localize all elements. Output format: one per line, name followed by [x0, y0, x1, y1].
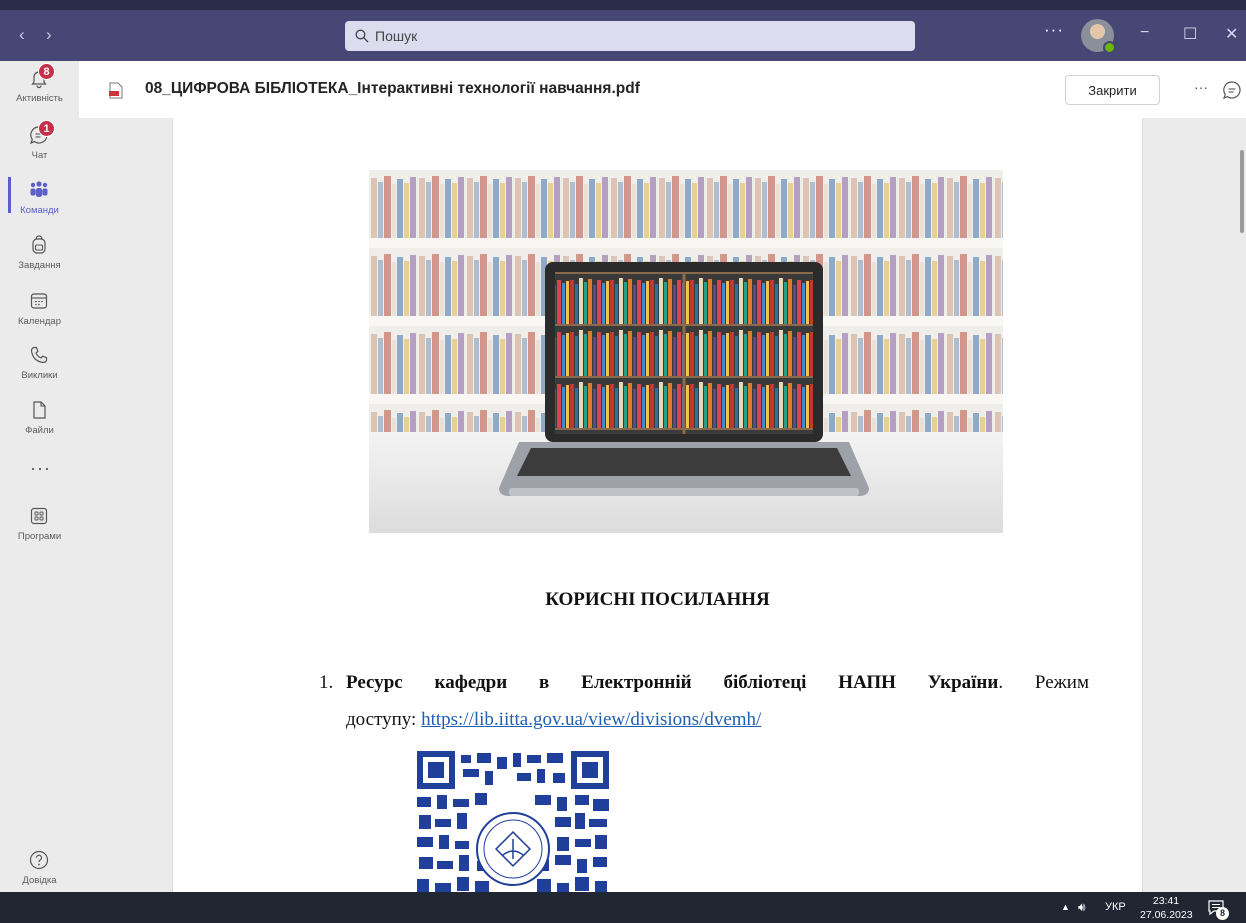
- close-window-button[interactable]: ✕: [1225, 24, 1238, 44]
- chat-badge: 1: [38, 120, 55, 137]
- list-number: 1.: [319, 672, 334, 693]
- rail-item-label: Файли: [25, 425, 54, 436]
- pdf-file-icon: [109, 82, 123, 99]
- rail-item-chat[interactable]: 1 Чат: [0, 120, 79, 178]
- rail-item-assignments[interactable]: Завдання: [0, 232, 79, 288]
- document-header: 08_ЦИФРОВА БІБЛІОТЕКА_Інтерактивні техно…: [79, 61, 1246, 118]
- access-mode-text: . Режим: [998, 672, 1090, 693]
- calendar-icon: [30, 293, 48, 309]
- app-bar: 8 Активність 1 Чат Команди Завдання Кале…: [0, 61, 79, 892]
- vertical-scrollbar[interactable]: [1241, 118, 1246, 892]
- rail-item-calls[interactable]: Виклики: [0, 342, 79, 398]
- phone-icon: [30, 346, 48, 364]
- resource-link[interactable]: https://lib.iitta.gov.ua/view/divisions/…: [421, 709, 761, 730]
- rail-item-label: Довідка: [22, 875, 57, 886]
- scrollbar-thumb[interactable]: [1240, 150, 1244, 233]
- file-icon: [33, 401, 46, 419]
- useful-links-heading: КОРИСНІ ПОСИЛАННЯ: [545, 589, 770, 610]
- notification-count-badge: 8: [1216, 907, 1229, 920]
- access-label: доступу:: [346, 709, 422, 730]
- backpack-icon: [32, 235, 46, 254]
- clock-date: 27.06.2023: [1140, 909, 1193, 921]
- digital-library-image: [369, 170, 1003, 533]
- chevron-right-icon[interactable]: ›: [46, 25, 52, 45]
- rail-item-label: Активність: [16, 93, 63, 104]
- apps-icon: [30, 507, 48, 525]
- title-bar: ‹ › Пошук ··· − ☐ ✕: [0, 0, 1246, 61]
- activity-badge: 8: [38, 63, 55, 80]
- rail-item-label: Виклики: [21, 370, 58, 381]
- input-language[interactable]: УКР: [1105, 901, 1126, 913]
- speaker-icon[interactable]: 🔊︎: [1078, 900, 1086, 915]
- presence-available-icon: [1103, 41, 1116, 54]
- clock[interactable]: 23:41 27.06.2023: [1140, 894, 1193, 922]
- qr-code-image: [417, 751, 609, 892]
- close-document-button[interactable]: Закрити: [1065, 75, 1160, 105]
- search-input[interactable]: Пошук: [345, 21, 915, 51]
- resource-title: Ресурс кафедри в Електронній бібліотеці …: [346, 672, 999, 693]
- search-placeholder: Пошук: [375, 28, 418, 44]
- pdf-viewer[interactable]: КОРИСНІ ПОСИЛАННЯ 1. Ресурс кафедри в Ел…: [79, 118, 1241, 892]
- rail-item-teams[interactable]: Команди: [0, 177, 79, 233]
- rail-item-apps[interactable]: Програми: [0, 503, 79, 559]
- help-icon: [29, 850, 49, 870]
- document-more-button[interactable]: ···: [1194, 79, 1208, 95]
- pdf-page: КОРИСНІ ПОСИЛАННЯ 1. Ресурс кафедри в Ел…: [172, 118, 1143, 892]
- more-apps-button[interactable]: ···: [30, 458, 51, 479]
- rail-item-label: Завдання: [18, 260, 61, 271]
- user-avatar[interactable]: [1081, 19, 1116, 54]
- clock-time: 23:41: [1152, 895, 1180, 907]
- document-title: 08_ЦИФРОВА БІБЛІОТЕКА_Інтерактивні техно…: [145, 80, 640, 97]
- teams-icon: [30, 181, 48, 197]
- minimize-button[interactable]: −: [1140, 24, 1149, 42]
- windows-taskbar: ▲ 🔊︎ УКР 23:41 27.06.2023 8: [0, 892, 1246, 923]
- chevron-left-icon[interactable]: ‹: [19, 25, 25, 45]
- rail-item-label: Чат: [31, 150, 48, 161]
- more-options-button[interactable]: ···: [1044, 20, 1064, 40]
- notification-center-button[interactable]: 8: [1208, 900, 1229, 920]
- rail-item-calendar[interactable]: Календар: [0, 288, 79, 344]
- maximize-button[interactable]: ☐: [1183, 24, 1197, 44]
- list-item-text: Ресурс кафедри в Електронній бібліотеці …: [346, 664, 1089, 701]
- list-item: 1. Ресурс кафедри в Електронній бібліоте…: [319, 664, 1089, 738]
- rail-item-label: Календар: [17, 316, 61, 327]
- show-hidden-icons-icon[interactable]: ▲: [1061, 902, 1070, 912]
- search-icon: [355, 29, 369, 43]
- conversation-icon[interactable]: [1222, 80, 1242, 100]
- rail-item-files[interactable]: Файли: [0, 397, 79, 453]
- rail-item-activity[interactable]: 8 Активність: [0, 63, 79, 121]
- rail-item-label: Програми: [17, 531, 62, 542]
- rail-item-label: Команди: [20, 205, 59, 216]
